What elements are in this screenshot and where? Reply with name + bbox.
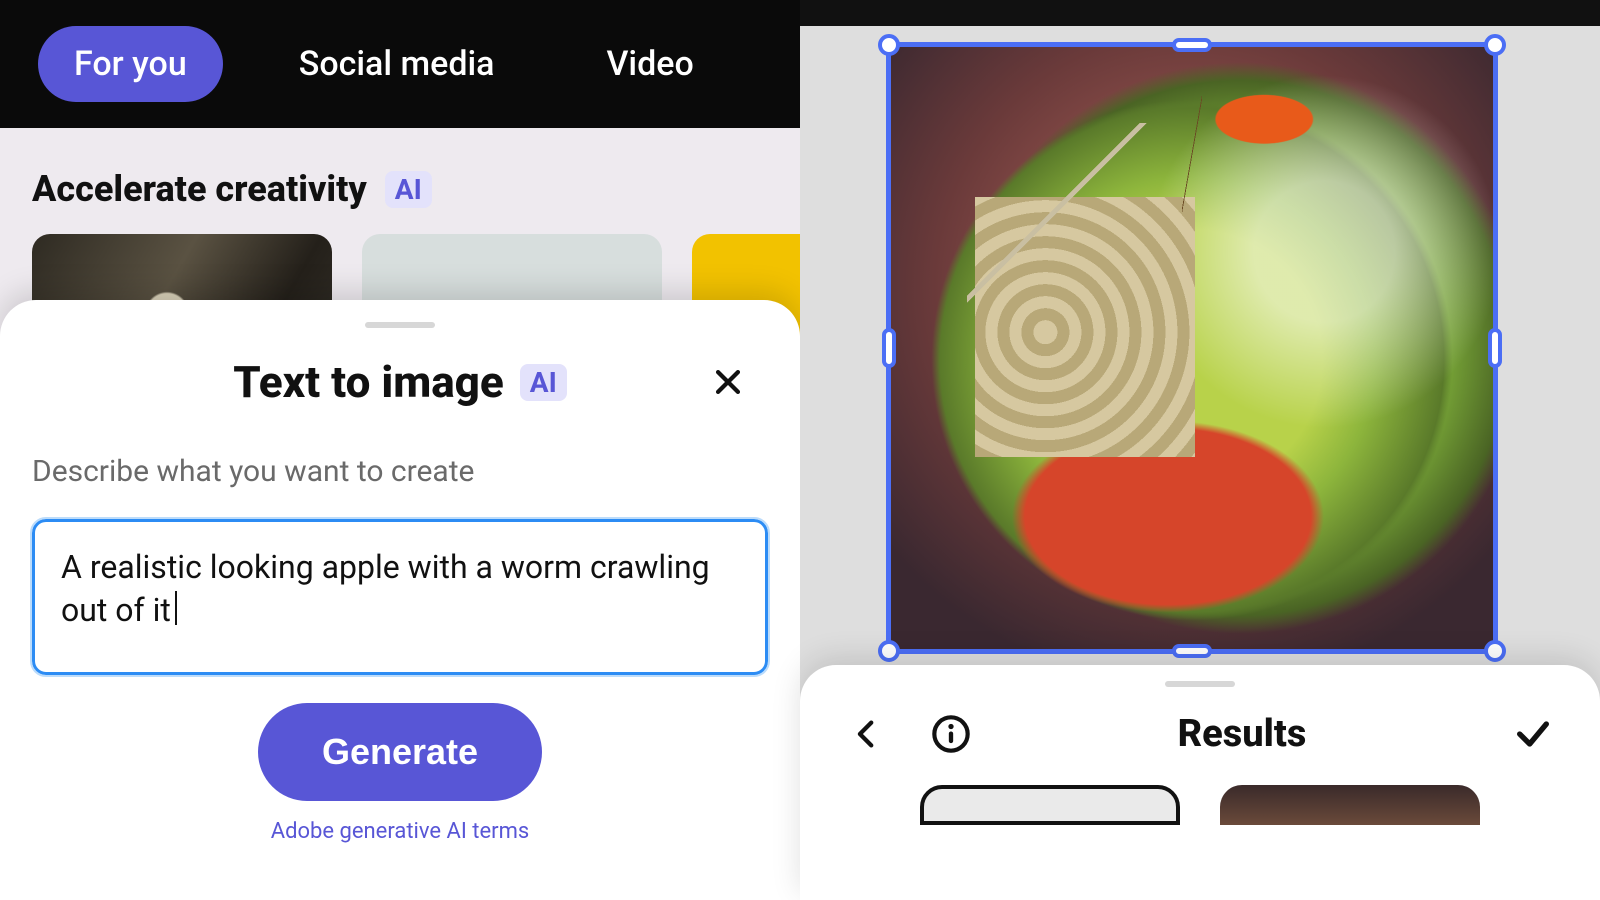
close-button[interactable] (706, 360, 750, 404)
sheet-title: Text to image (233, 356, 504, 408)
generated-image[interactable] (891, 47, 1493, 649)
sheet-grabber[interactable] (1165, 681, 1235, 687)
resize-handle-bottom[interactable] (1172, 644, 1212, 658)
tab-photo[interactable]: Photo (770, 26, 800, 102)
text-caret (175, 591, 177, 625)
result-thumbnail[interactable] (1220, 785, 1480, 825)
tab-for-you[interactable]: For you (38, 26, 223, 102)
result-thumbnails (800, 759, 1600, 825)
resize-handle-right[interactable] (1488, 328, 1502, 368)
tab-video[interactable]: Video (570, 26, 729, 102)
sheet-grabber[interactable] (365, 322, 435, 328)
category-tabbar: For you Social media Video Photo (0, 0, 800, 128)
resize-handle-bl[interactable] (878, 640, 900, 662)
ai-badge: AI (520, 364, 567, 401)
info-icon (931, 714, 971, 754)
confirm-button[interactable] (1508, 709, 1558, 759)
canvas[interactable] (800, 26, 1600, 666)
prompt-text: A realistic looking apple with a worm cr… (61, 548, 710, 629)
selection-box[interactable] (886, 42, 1498, 654)
info-button[interactable] (926, 709, 976, 759)
check-icon (1513, 714, 1553, 754)
editor-panel: Results (800, 0, 1600, 900)
home-panel: For you Social media Video Photo Acceler… (0, 0, 800, 900)
tab-social-media[interactable]: Social media (263, 26, 531, 102)
chevron-left-icon (850, 717, 884, 751)
close-icon (711, 365, 745, 399)
results-sheet: Results (800, 665, 1600, 900)
section-title: Accelerate creativity (32, 168, 367, 210)
resize-handle-left[interactable] (882, 328, 896, 368)
prompt-input[interactable]: A realistic looking apple with a worm cr… (32, 519, 768, 675)
result-thumbnail-selected[interactable] (920, 785, 1180, 825)
generate-button[interactable]: Generate (258, 703, 542, 801)
ai-terms-link[interactable]: Adobe generative AI terms (32, 819, 768, 844)
resize-handle-tl[interactable] (878, 34, 900, 56)
ai-badge: AI (385, 171, 432, 208)
editor-topbar (800, 0, 1600, 26)
resize-handle-br[interactable] (1484, 640, 1506, 662)
results-title: Results (1178, 712, 1307, 756)
prompt-field-label: Describe what you want to create (32, 454, 768, 489)
back-button[interactable] (842, 709, 892, 759)
resize-handle-top[interactable] (1172, 38, 1212, 52)
section-header: Accelerate creativity AI (0, 128, 800, 234)
text-to-image-sheet: Text to image AI Describe what you want … (0, 300, 800, 900)
resize-handle-tr[interactable] (1484, 34, 1506, 56)
